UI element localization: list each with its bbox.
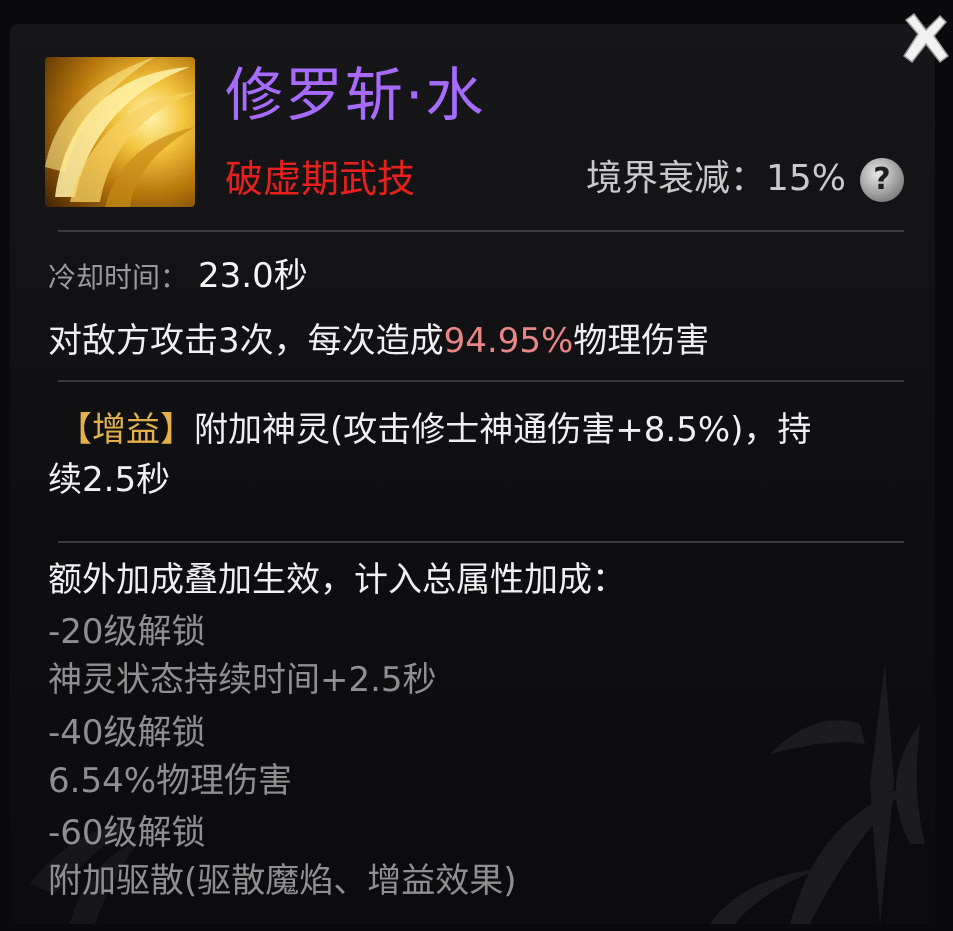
cooldown-row: 冷却时间： 23.0秒 xyxy=(48,254,308,300)
unlock-level-20: -20级解锁 xyxy=(48,612,206,652)
buff-bracket-close: 】 xyxy=(160,410,194,450)
buff-line-2: 续2.5秒 xyxy=(48,460,171,500)
buff-tag: 增益 xyxy=(92,410,160,450)
unlock-level-60: -60级解锁 xyxy=(48,813,206,853)
extra-header: 额外加成叠加生效，计入总属性加成： xyxy=(48,560,626,600)
close-icon xyxy=(902,12,950,64)
golden-slash-skill-icon xyxy=(45,57,195,207)
effect-prefix: 对敌方攻击3次，每次造成 xyxy=(48,321,444,361)
realm-decay-value: 15% xyxy=(765,158,846,199)
skill-name: 修罗斩·水 xyxy=(225,61,486,129)
help-icon[interactable]: ? xyxy=(860,158,904,202)
unlock-bonus-20: 神灵状态持续时间+2.5秒 xyxy=(48,660,437,700)
effect-suffix: 物理伤害 xyxy=(573,321,710,361)
unlock-bonus-40: 6.54%物理伤害 xyxy=(48,761,293,801)
cooldown-label: 冷却时间： xyxy=(48,261,189,294)
unlock-bonus-60: 附加驱散(驱散魔焰、增益效果) xyxy=(48,861,517,901)
divider-middle xyxy=(58,380,904,382)
realm-decay-label: 境界衰减： xyxy=(585,158,766,199)
divider-top xyxy=(58,230,904,232)
skill-type: 破虚期武技 xyxy=(225,157,416,201)
buff-text-1: 附加神灵(攻击修士神通伤害+8.5%)，持 xyxy=(194,410,812,450)
cooldown-value: 23.0秒 xyxy=(198,256,308,296)
close-button[interactable] xyxy=(898,12,952,68)
divider-bottom xyxy=(58,541,904,543)
realm-decay: 境界衰减：15% xyxy=(586,156,846,202)
buff-line-1: 【增益】附加神灵(攻击修士神通伤害+8.5%)，持 xyxy=(58,408,811,452)
effect-description: 对敌方攻击3次，每次造成94.95%物理伤害 xyxy=(48,319,709,363)
unlock-level-40: -40级解锁 xyxy=(48,713,206,753)
effect-percent: 94.95% xyxy=(443,321,574,361)
buff-bracket-open: 【 xyxy=(58,410,92,450)
